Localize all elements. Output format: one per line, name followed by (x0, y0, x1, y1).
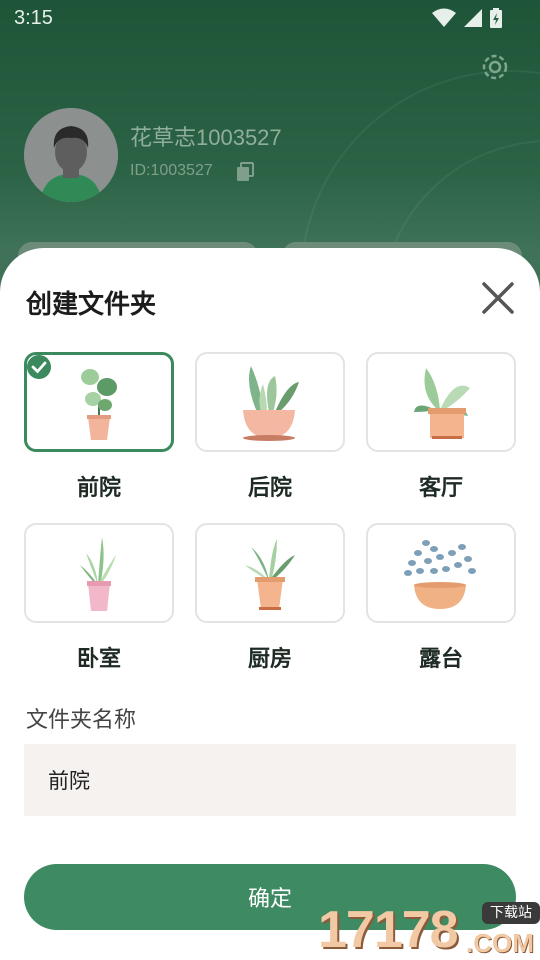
folder-option-living-room[interactable] (366, 352, 516, 452)
site-watermark: 17178 .COM 下载站 (318, 896, 540, 960)
status-time: 3:15 (14, 7, 53, 29)
folder-option-kitchen[interactable] (195, 523, 345, 623)
folder-label-backyard: 后院 (247, 476, 292, 501)
username: 花草志1003527 (130, 125, 282, 150)
folder-option-bedroom[interactable] (24, 523, 174, 623)
dialog-title: 创建文件夹 (26, 290, 157, 320)
folder-label-bedroom: 卧室 (76, 647, 121, 672)
watermark-suffix: .COM (466, 928, 534, 958)
plant-leafy-icon (414, 368, 470, 439)
close-icon[interactable] (478, 278, 518, 318)
folder-label-kitchen: 厨房 (247, 647, 292, 672)
settings-gear-icon[interactable] (478, 50, 512, 84)
plant-bird-of-paradise-icon (243, 366, 299, 441)
folder-option-front-yard[interactable] (24, 352, 174, 452)
user-avatar[interactable] (24, 108, 118, 202)
folder-name-label: 文件夹名称 (26, 708, 137, 733)
selected-check-icon (27, 355, 51, 379)
user-id: ID:1003527 (130, 162, 213, 179)
plant-grass-icon (80, 537, 116, 611)
folder-name-input[interactable] (24, 744, 516, 816)
folder-label-terrace: 露台 (418, 647, 463, 672)
folder-option-backyard[interactable] (195, 352, 345, 452)
plant-eucalyptus-icon (404, 540, 476, 609)
watermark-number: 17178 (318, 901, 459, 959)
plant-spiky-icon (245, 539, 295, 610)
create-folder-dialog: 创建文件夹 前院 后院 客厅 卧室 厨房 露台 文件夹名称 前院 确定 (0, 248, 540, 960)
folder-label-living-room: 客厅 (418, 476, 463, 501)
wifi-icon (432, 8, 456, 27)
status-bar: 3:15 (0, 0, 540, 38)
folder-option-terrace[interactable] (366, 523, 516, 623)
status-icons (432, 8, 502, 28)
battery-icon (490, 8, 502, 28)
signal-icon (464, 9, 482, 27)
folder-label-front-yard: 前院 (76, 476, 121, 501)
copy-icon[interactable] (236, 162, 256, 182)
watermark-badge: 下载站 (482, 902, 540, 924)
